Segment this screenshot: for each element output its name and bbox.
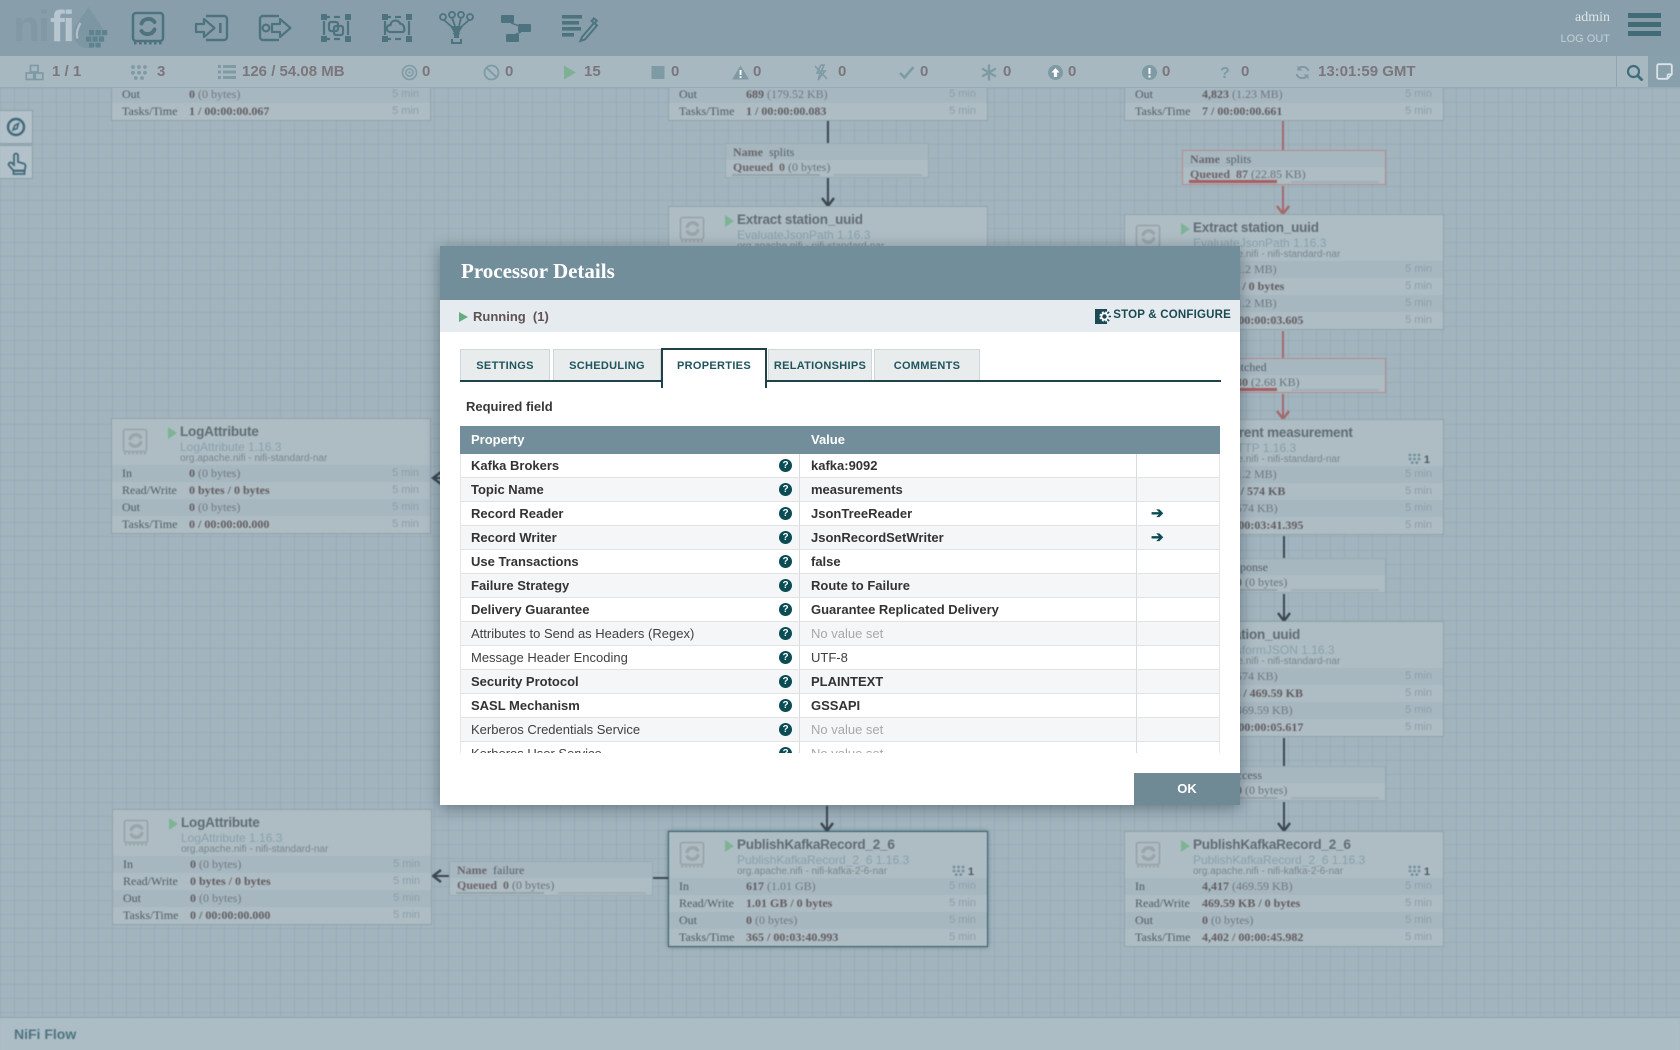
svg-text:?: ? (1220, 65, 1230, 81)
